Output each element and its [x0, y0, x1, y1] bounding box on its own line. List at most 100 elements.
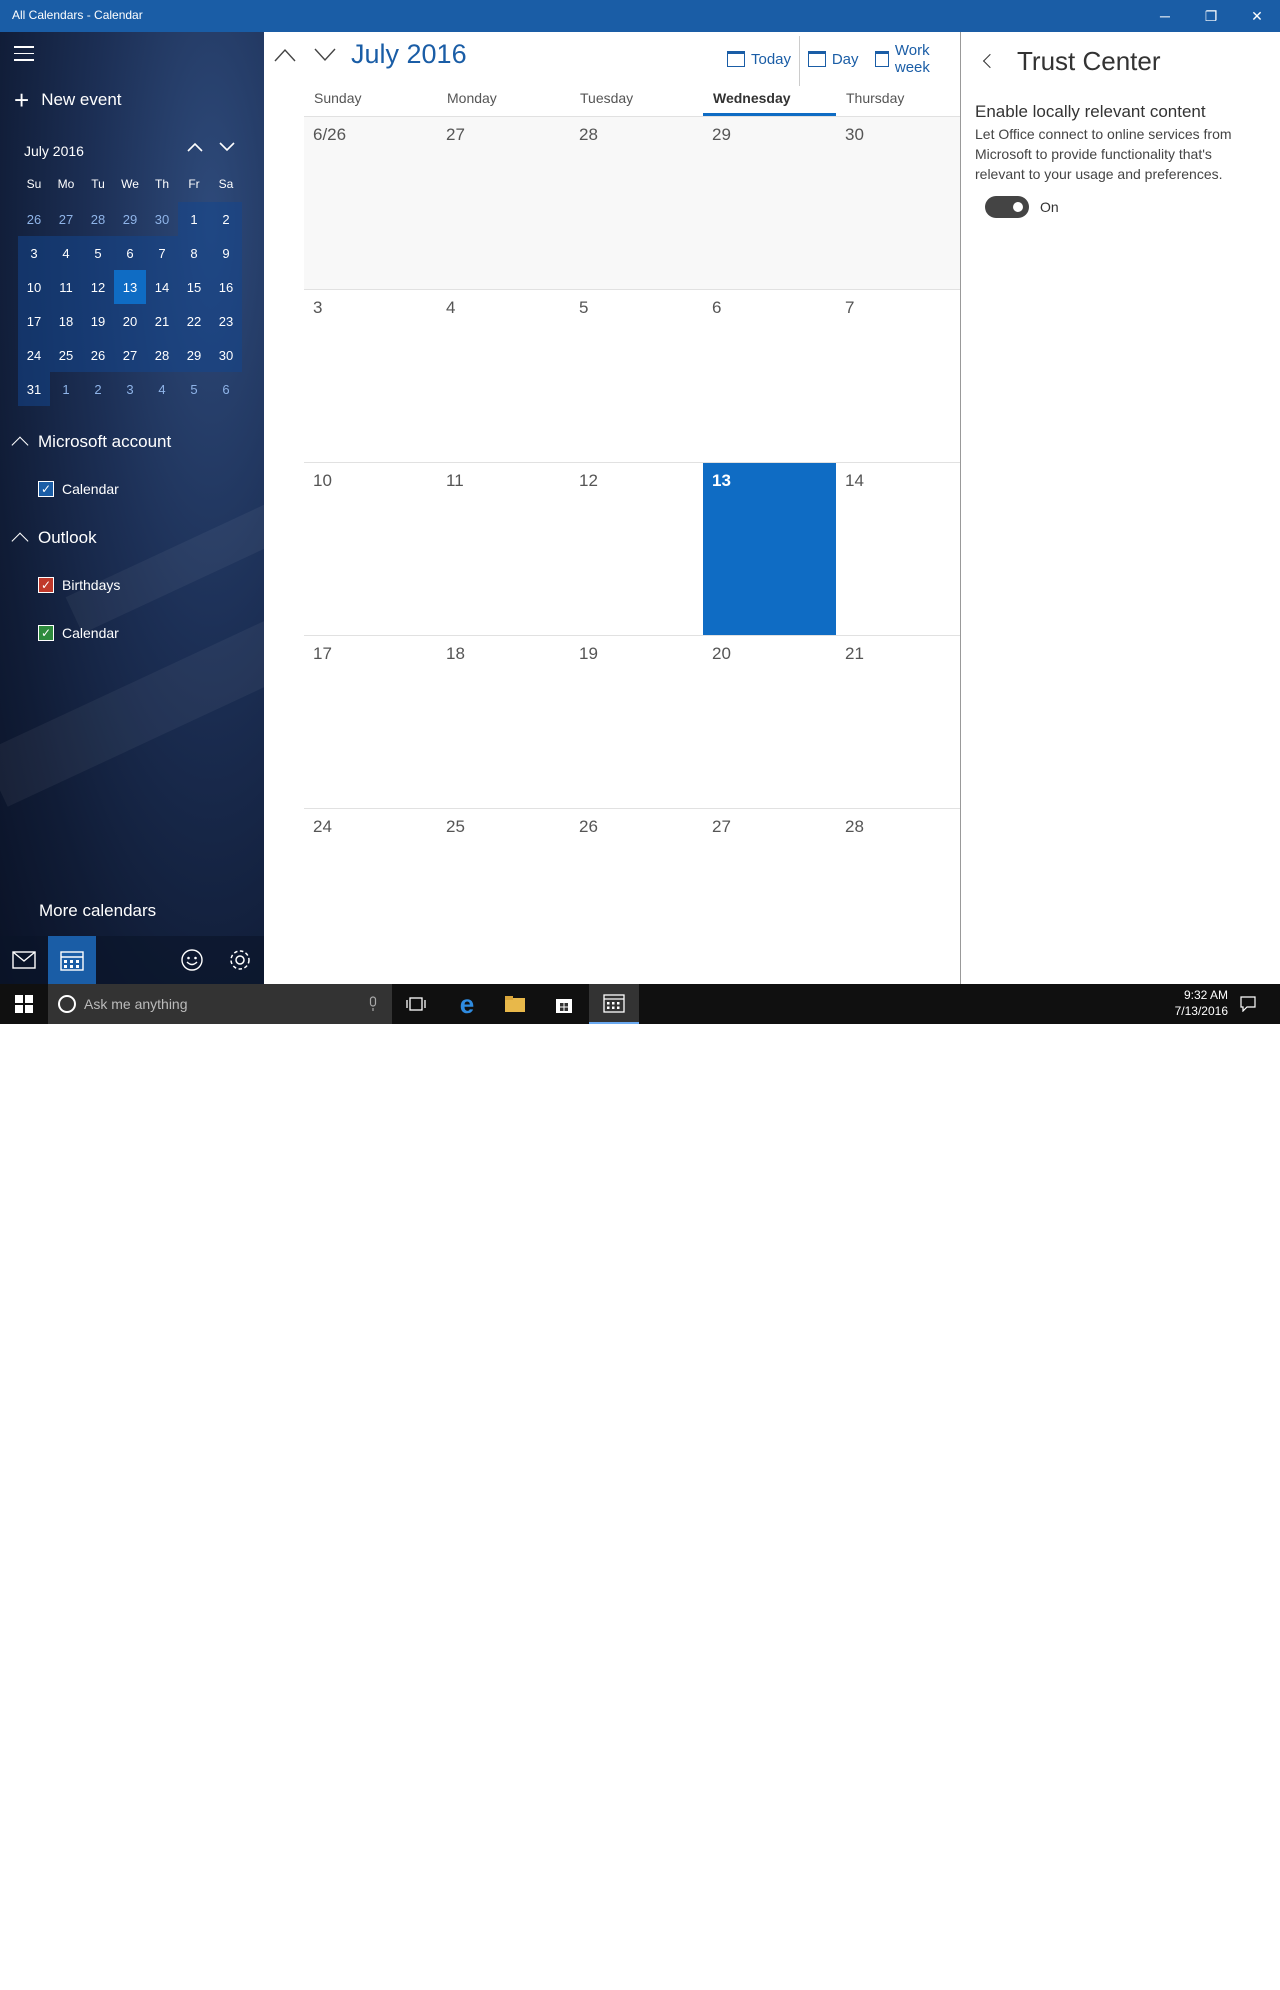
day-cell[interactable]: 27: [703, 809, 836, 981]
day-cell[interactable]: 6/26: [304, 117, 437, 289]
action-center-icon[interactable]: [1236, 984, 1260, 1024]
store-icon[interactable]: [540, 984, 588, 1024]
day-cell[interactable]: 5: [570, 290, 703, 462]
mini-calendar-prev-button[interactable]: [186, 140, 204, 157]
mini-calendar-day[interactable]: 6: [114, 236, 146, 270]
mini-calendar-day[interactable]: 14: [146, 270, 178, 304]
mini-calendar-day[interactable]: 11: [50, 270, 82, 304]
next-month-button[interactable]: [312, 42, 338, 68]
mini-calendar-day[interactable]: 6: [210, 372, 242, 406]
mini-calendar-day[interactable]: 9: [210, 236, 242, 270]
mini-calendar-day[interactable]: 2: [210, 202, 242, 236]
mini-calendar-day[interactable]: 1: [50, 372, 82, 406]
mini-calendar-day[interactable]: 25: [50, 338, 82, 372]
locally-relevant-content-toggle[interactable]: [985, 196, 1029, 218]
mini-calendar-day[interactable]: 4: [146, 372, 178, 406]
mini-calendar-day[interactable]: 19: [82, 304, 114, 338]
mini-calendar-day[interactable]: 15: [178, 270, 210, 304]
mini-calendar-day[interactable]: 3: [18, 236, 50, 270]
mini-calendar-day[interactable]: 18: [50, 304, 82, 338]
day-cell[interactable]: 10: [304, 463, 437, 635]
day-cell[interactable]: 28: [570, 117, 703, 289]
mini-calendar-day[interactable]: 30: [210, 338, 242, 372]
day-cell[interactable]: 6: [703, 290, 836, 462]
mini-calendar-day[interactable]: 23: [210, 304, 242, 338]
mini-calendar-day[interactable]: 26: [18, 202, 50, 236]
feedback-smiley-icon[interactable]: [168, 936, 216, 984]
mini-calendar-day[interactable]: 2: [82, 372, 114, 406]
mini-calendar-day[interactable]: 1: [178, 202, 210, 236]
calendar-item-outlook-calendar[interactable]: ✓ Calendar: [38, 625, 119, 641]
minimize-button[interactable]: ─: [1142, 0, 1188, 32]
mini-calendar-day[interactable]: 7: [146, 236, 178, 270]
day-cell[interactable]: 14: [836, 463, 960, 635]
calendar-icon[interactable]: [48, 936, 96, 984]
month-title[interactable]: July 2016: [351, 39, 467, 70]
day-cell[interactable]: 21: [836, 636, 960, 808]
day-cell[interactable]: 26: [570, 809, 703, 981]
work-week-view-button[interactable]: Work week: [867, 42, 960, 76]
mail-icon[interactable]: [0, 936, 48, 984]
new-event-button[interactable]: + New event: [14, 87, 122, 113]
account-outlook[interactable]: Outlook: [11, 528, 97, 550]
cortana-search-box[interactable]: Ask me anything: [48, 984, 392, 1024]
day-cell[interactable]: 29: [703, 117, 836, 289]
mini-calendar-day[interactable]: 24: [18, 338, 50, 372]
mini-calendar-next-button[interactable]: [218, 140, 236, 157]
day-cell[interactable]: 27: [437, 117, 570, 289]
task-view-icon[interactable]: [392, 984, 440, 1024]
mini-calendar-day[interactable]: 3: [114, 372, 146, 406]
mini-calendar-day[interactable]: 30: [146, 202, 178, 236]
mini-calendar-day[interactable]: 5: [178, 372, 210, 406]
day-cell[interactable]: 7: [836, 290, 960, 462]
mini-calendar-day[interactable]: 20: [114, 304, 146, 338]
mini-calendar-day[interactable]: 29: [114, 202, 146, 236]
day-cell[interactable]: 19: [570, 636, 703, 808]
windows-start-icon[interactable]: [0, 984, 48, 1024]
day-cell[interactable]: 24: [304, 809, 437, 981]
mini-calendar-day[interactable]: 21: [146, 304, 178, 338]
day-cell[interactable]: 20: [703, 636, 836, 808]
day-cell[interactable]: 12: [570, 463, 703, 635]
restore-button[interactable]: ❐: [1188, 0, 1234, 32]
mini-calendar-day[interactable]: 31: [18, 372, 50, 406]
day-cell[interactable]: 17: [304, 636, 437, 808]
mini-calendar-day[interactable]: 27: [114, 338, 146, 372]
back-icon[interactable]: [982, 53, 998, 69]
day-cell[interactable]: 25: [437, 809, 570, 981]
day-view-button[interactable]: Day: [800, 46, 867, 72]
day-cell[interactable]: 30: [836, 117, 960, 289]
more-calendars-link[interactable]: More calendars: [39, 901, 156, 921]
mini-calendar-day[interactable]: 10: [18, 270, 50, 304]
previous-month-button[interactable]: [272, 42, 298, 68]
mini-calendar-day[interactable]: 29: [178, 338, 210, 372]
account-microsoft[interactable]: Microsoft account: [11, 432, 171, 454]
mini-calendar-day[interactable]: 17: [18, 304, 50, 338]
mini-calendar-day[interactable]: 27: [50, 202, 82, 236]
today-button[interactable]: Today: [719, 46, 799, 72]
mini-calendar-day[interactable]: 22: [178, 304, 210, 338]
day-cell[interactable]: 3: [304, 290, 437, 462]
mini-calendar-day[interactable]: 16: [210, 270, 242, 304]
checkbox-icon[interactable]: ✓: [38, 625, 54, 641]
day-cell[interactable]: 18: [437, 636, 570, 808]
mini-calendar-day[interactable]: 28: [146, 338, 178, 372]
file-explorer-icon[interactable]: [491, 984, 539, 1024]
system-clock[interactable]: 9:32 AM 7/13/2016: [1175, 987, 1228, 1019]
close-button[interactable]: ✕: [1234, 0, 1280, 32]
calendar-app-taskbar-icon[interactable]: [589, 984, 639, 1024]
mini-calendar-day[interactable]: 28: [82, 202, 114, 236]
calendar-item-birthdays[interactable]: ✓ Birthdays: [38, 577, 120, 593]
mini-calendar-day[interactable]: 13: [114, 270, 146, 304]
microphone-icon[interactable]: [368, 996, 378, 1017]
mini-calendar-day[interactable]: 12: [82, 270, 114, 304]
calendar-item-microsoft-calendar[interactable]: ✓ Calendar: [38, 481, 119, 497]
mini-calendar-day[interactable]: 5: [82, 236, 114, 270]
mini-calendar-day[interactable]: 26: [82, 338, 114, 372]
day-cell[interactable]: 4: [437, 290, 570, 462]
settings-gear-icon[interactable]: [216, 936, 264, 984]
mini-calendar-day[interactable]: 8: [178, 236, 210, 270]
day-cell[interactable]: 13: [703, 463, 836, 635]
mini-calendar-day[interactable]: 4: [50, 236, 82, 270]
hamburger-menu-icon[interactable]: [14, 46, 34, 66]
